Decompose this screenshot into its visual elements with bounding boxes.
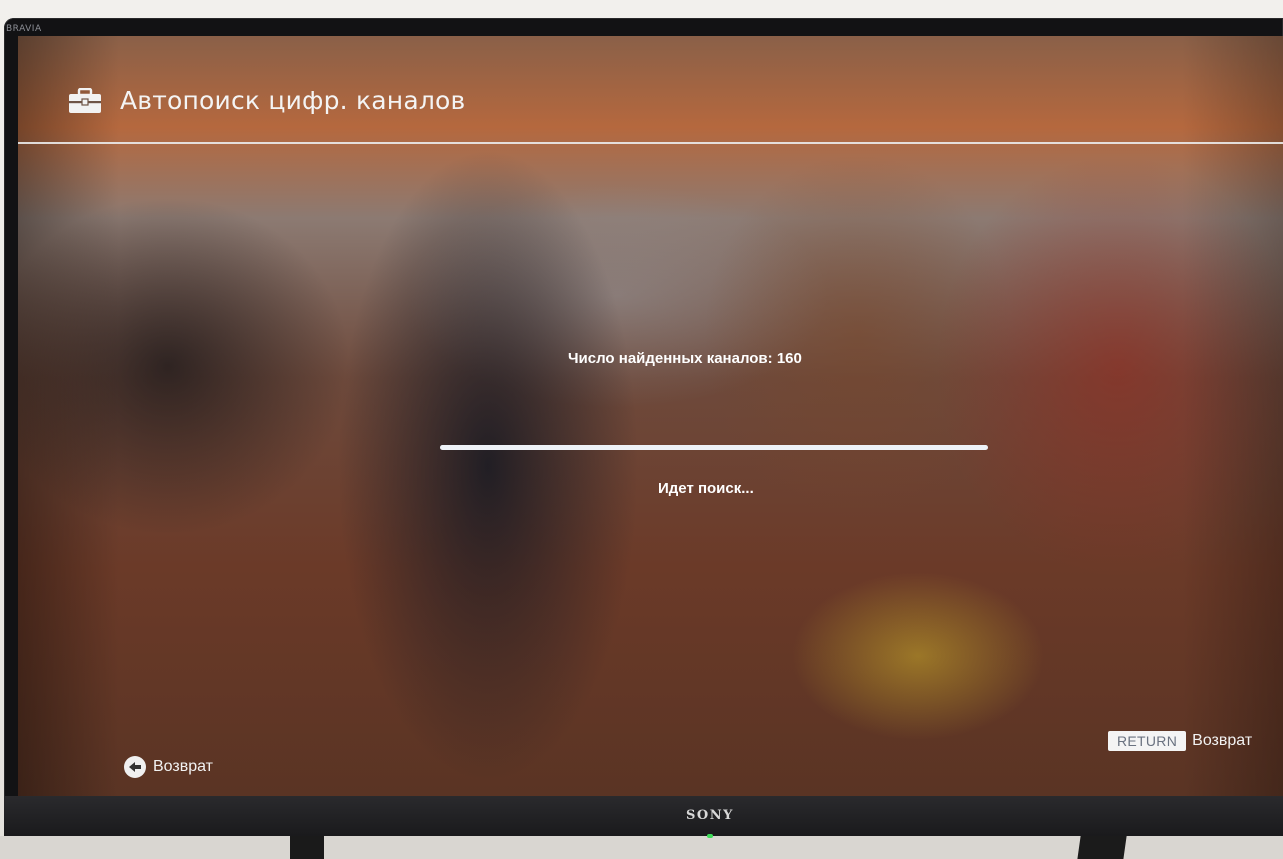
- return-key-badge: RETURN: [1108, 731, 1187, 751]
- back-arrow-icon: [124, 756, 146, 778]
- back-button[interactable]: Возврат: [124, 756, 213, 778]
- power-led-indicator: [707, 834, 713, 838]
- header-divider: [18, 142, 1283, 144]
- channels-found-count: 160: [776, 350, 802, 367]
- tv-bottom-bezel: [4, 796, 1283, 836]
- return-hint[interactable]: RETURN Возврат: [1108, 731, 1252, 751]
- sony-logo: SONY: [686, 808, 734, 823]
- back-button-label: Возврат: [153, 758, 213, 775]
- toolbox-icon: [69, 87, 101, 113]
- tv-stand-left: [290, 836, 324, 859]
- bravia-logo: BRAVIA: [6, 24, 42, 34]
- page-title: Автопоиск цифр. каналов: [120, 86, 466, 115]
- scan-status-text: Идет поиск...: [658, 480, 754, 497]
- return-hint-label: Возврат: [1192, 732, 1253, 749]
- scan-progress-fill: [440, 445, 988, 450]
- screen-header: Автопоиск цифр. каналов: [68, 86, 465, 115]
- scan-progress-bar: [440, 445, 988, 450]
- channels-found-line: Число найденных каналов: 160: [568, 350, 802, 367]
- channel-scan-dialog: Автопоиск цифр. каналов Число найденных …: [18, 36, 1283, 796]
- channels-found-label: Число найденных каналов:: [568, 350, 773, 367]
- tv-screen: Автопоиск цифр. каналов Число найденных …: [18, 36, 1283, 796]
